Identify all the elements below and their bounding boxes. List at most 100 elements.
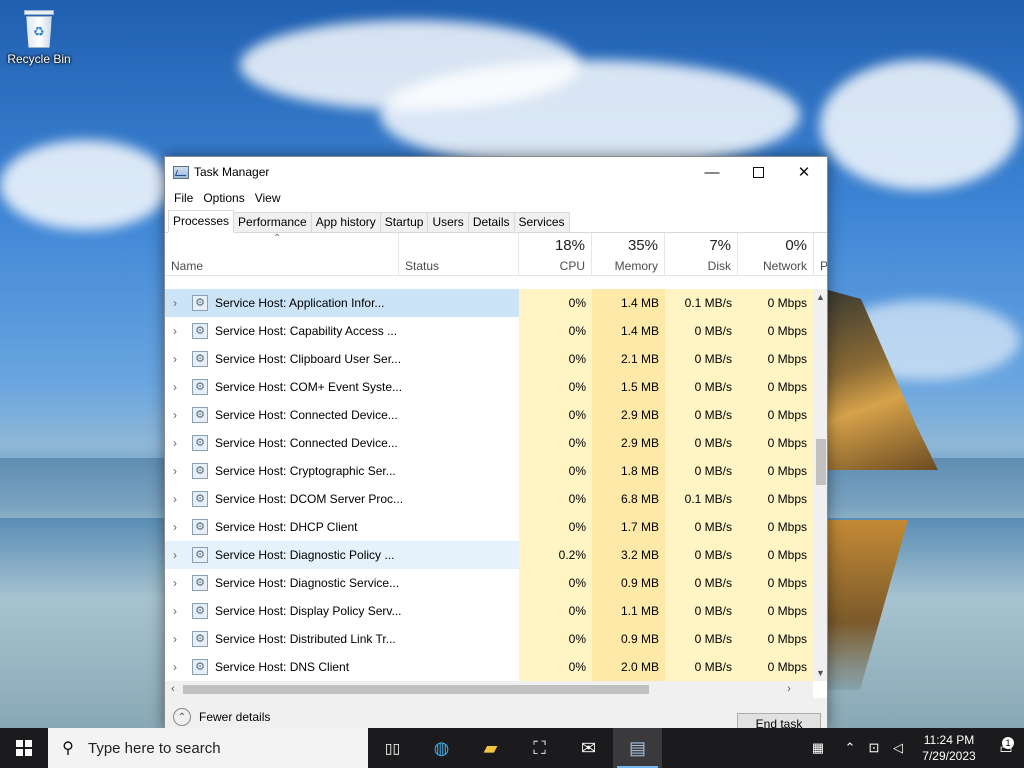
tab-performance[interactable]: Performance: [233, 212, 312, 232]
notification-center-button[interactable]: ▭ 1: [988, 728, 1024, 768]
process-row[interactable]: › ⚙ Service Host: DHCP Client 0% 1.7 MB …: [165, 513, 813, 541]
process-row[interactable]: › ⚙ Service Host: Connected Device... 0%…: [165, 401, 813, 429]
process-memory: 2.9 MB: [592, 429, 665, 457]
expand-chevron-icon[interactable]: ›: [173, 653, 177, 681]
tab-startup[interactable]: Startup: [379, 212, 429, 232]
process-memory: 1.8 MB: [592, 457, 665, 485]
horizontal-scrollbar[interactable]: ‹ ›: [165, 681, 813, 698]
store-button[interactable]: ⛶: [515, 728, 564, 768]
column-header-cpu[interactable]: 18% CPU: [519, 233, 592, 276]
process-memory: 2.0 MB: [592, 653, 665, 681]
expand-chevron-icon[interactable]: ›: [173, 373, 177, 401]
process-name: Service Host: Connected Device...: [215, 408, 398, 422]
process-row[interactable]: › ⚙ Service Host: DNS Client 0% 2.0 MB 0…: [165, 653, 813, 681]
process-row[interactable]: › ⚙ Service Host: Diagnostic Service... …: [165, 569, 813, 597]
process-row[interactable]: › ⚙ Service Host: Capability Access ... …: [165, 317, 813, 345]
expand-chevron-icon[interactable]: ›: [173, 513, 177, 541]
expand-chevron-icon[interactable]: ›: [173, 289, 177, 317]
clock[interactable]: 11:24 PM 7/29/2023: [910, 732, 988, 764]
process-network: 0 Mbps: [738, 289, 813, 317]
news-widget-icon[interactable]: ▦: [798, 740, 838, 756]
process-status: [399, 653, 519, 681]
show-hidden-icons-icon[interactable]: ⌃: [838, 740, 862, 756]
column-header-power[interactable]: P: [814, 233, 827, 276]
tab-app-history[interactable]: App history: [310, 212, 381, 232]
column-header-disk[interactable]: 7% Disk: [665, 233, 738, 276]
service-gear-icon: ⚙: [192, 323, 208, 339]
process-row[interactable]: › ⚙ Service Host: Connected Device... 0%…: [165, 429, 813, 457]
chevron-up-icon: ⌃: [173, 708, 191, 726]
minimize-button[interactable]: —: [689, 157, 735, 187]
process-network: 0 Mbps: [738, 597, 813, 625]
expand-chevron-icon[interactable]: ›: [173, 597, 177, 625]
tab-users[interactable]: Users: [427, 212, 469, 232]
vertical-scrollbar[interactable]: ▲ ▼: [813, 289, 827, 681]
menu-view[interactable]: View: [250, 191, 286, 205]
column-header-name[interactable]: ⌃ Name: [165, 233, 399, 276]
process-row[interactable]: › ⚙ Service Host: Clipboard User Ser... …: [165, 345, 813, 373]
process-name: Service Host: Clipboard User Ser...: [215, 352, 402, 366]
scroll-right-icon[interactable]: ›: [781, 681, 797, 698]
process-memory: 1.1 MB: [592, 597, 665, 625]
service-gear-icon: ⚙: [192, 519, 208, 535]
process-row[interactable]: › ⚙ Service Host: COM+ Event Syste... 0%…: [165, 373, 813, 401]
expand-chevron-icon[interactable]: ›: [173, 457, 177, 485]
expand-chevron-icon[interactable]: ›: [173, 429, 177, 457]
fewer-details-button[interactable]: ⌃ Fewer details: [173, 708, 270, 726]
process-row[interactable]: › ⚙ Service Host: Distributed Link Tr...…: [165, 625, 813, 653]
expand-chevron-icon[interactable]: ›: [173, 317, 177, 345]
expand-chevron-icon[interactable]: ›: [173, 541, 177, 569]
tab-services[interactable]: Services: [513, 212, 570, 232]
scroll-left-icon[interactable]: ‹: [165, 681, 181, 698]
process-memory: 1.4 MB: [592, 317, 665, 345]
service-gear-icon: ⚙: [192, 631, 208, 647]
network-icon[interactable]: ⊡: [862, 740, 886, 756]
expand-chevron-icon[interactable]: ›: [173, 485, 177, 513]
process-row[interactable]: › ⚙ Service Host: DCOM Server Proc... 0%…: [165, 485, 813, 513]
process-row[interactable]: › ⚙ Service Host: Application Infor... 0…: [165, 289, 813, 317]
process-row[interactable]: › ⚙ Service Host: Cryptographic Ser... 0…: [165, 457, 813, 485]
mail-button[interactable]: ✉: [564, 728, 613, 768]
task-manager-icon: ▤: [628, 737, 646, 758]
desktop-icon-recycle-bin[interactable]: ♻ Recycle Bin: [6, 8, 72, 66]
file-explorer-button[interactable]: ▰: [466, 728, 515, 768]
process-disk: 0 MB/s: [665, 513, 738, 541]
process-name: Service Host: COM+ Event Syste...: [215, 380, 403, 394]
window-title: Task Manager: [194, 165, 270, 179]
fewer-details-label: Fewer details: [199, 710, 271, 724]
maximize-button[interactable]: [735, 157, 781, 187]
process-name: Service Host: Display Policy Serv...: [215, 604, 402, 618]
service-gear-icon: ⚙: [192, 659, 208, 675]
process-row[interactable]: › ⚙ Service Host: Diagnostic Policy ... …: [165, 541, 813, 569]
process-disk: 0 MB/s: [665, 401, 738, 429]
title-bar[interactable]: Task Manager — ✕: [165, 157, 827, 187]
tab-processes[interactable]: Processes: [168, 210, 235, 233]
process-cpu: 0%: [519, 457, 592, 485]
expand-chevron-icon[interactable]: ›: [173, 625, 177, 653]
expand-chevron-icon[interactable]: ›: [173, 569, 177, 597]
expand-chevron-icon[interactable]: ›: [173, 401, 177, 429]
sort-up-icon: ⌃: [273, 233, 282, 244]
edge-button[interactable]: ◍: [417, 728, 466, 768]
expand-chevron-icon[interactable]: ›: [173, 345, 177, 373]
menu-options[interactable]: Options: [198, 191, 249, 205]
close-button[interactable]: ✕: [781, 157, 827, 187]
column-header-status[interactable]: Status: [399, 233, 519, 276]
task-manager-taskbar-button[interactable]: ▤: [613, 728, 662, 768]
column-header-network[interactable]: 0% Network: [738, 233, 814, 276]
column-header-memory[interactable]: 35% Memory: [592, 233, 665, 276]
horizontal-scroll-thumb[interactable]: [183, 685, 649, 694]
scroll-down-icon[interactable]: ▼: [813, 665, 827, 681]
taskbar-search-box[interactable]: ⚲ Type here to search: [48, 728, 368, 768]
volume-muted-icon[interactable]: ◁: [886, 740, 910, 756]
task-view-button[interactable]: ▯▯: [368, 728, 417, 768]
vertical-scroll-thumb[interactable]: [816, 439, 826, 485]
tab-details[interactable]: Details: [467, 212, 515, 232]
mail-icon: ✉: [580, 737, 597, 758]
process-cpu: 0%: [519, 289, 592, 317]
process-row[interactable]: › ⚙ Service Host: Display Policy Serv...…: [165, 597, 813, 625]
menu-file[interactable]: File: [169, 191, 198, 205]
process-cpu: 0%: [519, 373, 592, 401]
scroll-up-icon[interactable]: ▲: [813, 289, 827, 305]
start-button[interactable]: [0, 728, 48, 768]
